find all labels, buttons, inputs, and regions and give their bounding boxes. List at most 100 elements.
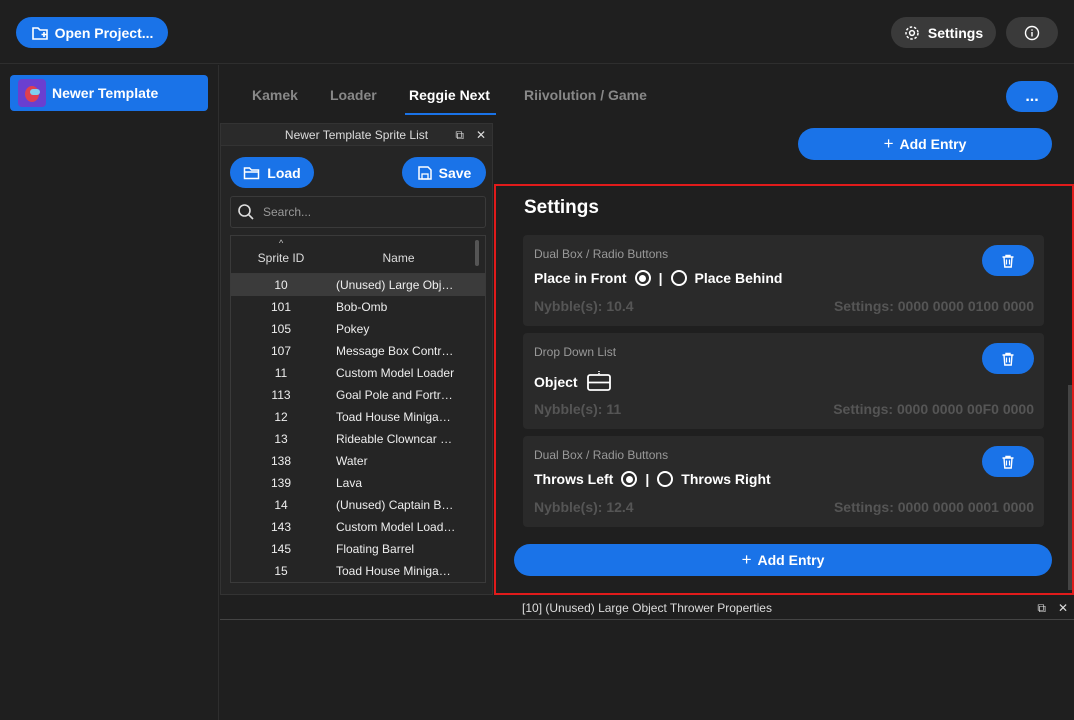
undock-icon[interactable]: ⧉ [1037,601,1046,616]
nybbles-text: Nybble(s): 10.4 [534,298,634,314]
sprite-id-cell: 10 [274,278,288,292]
radio-option-b[interactable] [670,270,687,286]
properties-panel-title-bar: [10] (Unused) Large Object Thrower Prope… [220,596,1074,620]
table-scrollbar[interactable] [475,240,479,266]
top-bar: Open Project... Settings [0,0,1074,64]
properties-title: [10] (Unused) Large Object Thrower Prope… [522,600,772,615]
sprite-id-cell: 139 [270,476,292,490]
search-icon [238,204,254,220]
sort-asc-icon: ^ [279,238,284,248]
sprite-name-cell: (Unused) Large Objec... [336,278,457,292]
trash-icon [1002,352,1014,366]
table-row[interactable]: 113 Goal Pole and Fortress [231,384,485,406]
sprite-name-cell: Bob-Omb [336,300,388,314]
save-label: Save [438,164,472,181]
entry-controls: Object [534,371,612,393]
table-row[interactable]: 15 Toad House Minigam... [231,560,485,582]
entry-type: Dual Box / Radio Buttons [534,448,669,462]
more-options-button[interactable]: ... [1006,81,1058,112]
dropdown-label: Object [534,374,578,390]
project-sidebar: Newer Template [0,65,219,720]
table-row[interactable]: 107 Message Box Control... [231,340,485,362]
sprite-id-cell: 13 [274,432,288,446]
folder-open-icon [244,166,260,179]
table-row[interactable]: 101 Bob-Omb [231,296,485,318]
sprite-id-cell: 15 [274,564,288,578]
info-button[interactable] [1006,17,1058,48]
load-button[interactable]: Load [230,157,314,188]
delete-entry-button[interactable] [982,245,1034,276]
settings-button[interactable]: Settings [891,17,996,48]
sprite-list-title-bar: Newer Template Sprite List ⧉ ✕ [221,124,492,146]
delete-entry-button[interactable] [982,446,1034,477]
active-tab-indicator [405,113,496,115]
add-entry-button-bottom[interactable]: + Add Entry [514,544,1052,576]
sprite-name-cell: Lava [336,476,363,490]
folder-add-icon [31,26,48,40]
project-name: Newer Template [52,85,159,101]
settings-entry: Dual Box / Radio Buttons Place in Front … [523,235,1044,326]
table-row[interactable]: 14 (Unused) Captain Bo... [231,494,485,516]
column-header-name[interactable]: Name [331,251,466,265]
radio-option-b[interactable] [657,471,674,487]
separator: | [645,471,650,487]
undock-icon[interactable]: ⧉ [455,128,464,143]
column-header-sprite-id[interactable]: ^ Sprite ID [231,238,331,265]
sprite-name-cell: Toad House Minigam... [336,564,457,578]
open-project-label: Open Project... [54,24,154,41]
table-row[interactable]: 143 Custom Model Loade... [231,516,485,538]
save-button[interactable]: Save [402,157,486,188]
plus-icon: + [741,550,752,569]
add-entry-button-top[interactable]: + Add Entry [798,128,1052,160]
close-icon[interactable]: ✕ [1058,601,1068,616]
settings-label: Settings [927,24,984,41]
settings-mask-text: Settings: 0000 0000 0100 0000 [833,298,1034,314]
project-avatar-icon [18,79,46,107]
save-icon [417,165,432,180]
table-row[interactable]: 145 Floating Barrel [231,538,485,560]
radio-option-a[interactable] [621,471,638,487]
entry-type: Drop Down List [534,345,617,359]
nybbles-text: Nybble(s): 11 [534,401,622,417]
table-row[interactable]: 12 Toad House Minigam... [231,406,485,428]
entry-controls: Place in Front | Place Behind [534,270,782,286]
sprite-rows: 10 (Unused) Large Objec... 101 Bob-Omb 105 Po… [231,274,485,582]
plus-icon: + [883,134,894,153]
close-icon[interactable]: ✕ [476,128,486,143]
settings-scrollbar[interactable] [1068,385,1072,590]
trash-icon [1002,455,1014,469]
settings-entry: Drop Down List Object Nybble(s): 11 Sett… [523,333,1044,429]
table-row[interactable]: 105 Pokey [231,318,485,340]
sprite-search [230,196,486,228]
open-project-button[interactable]: Open Project... [16,17,168,48]
sprite-name-cell: Custom Model Loade... [336,520,457,534]
dropdown-icon[interactable] [586,371,612,393]
option-b-label: Throws Right [681,471,771,487]
table-row[interactable]: 13 Rideable Clowncar wi... [231,428,485,450]
table-row[interactable]: 138 Water [231,450,485,472]
add-entry-label: Add Entry [757,552,825,568]
sprite-id-cell: 14 [274,498,288,512]
sprite-list-panel: Newer Template Sprite List ⧉ ✕ Load Save… [220,123,493,595]
option-b-label: Place Behind [694,270,783,286]
settings-mask-text: Settings: 0000 0000 0001 0000 [833,499,1034,515]
add-entry-label: Add Entry [899,136,967,152]
sprite-name-cell: Floating Barrel [336,542,415,556]
info-icon [1024,25,1040,40]
sprite-id-cell: 138 [270,454,292,468]
tab-kamek[interactable]: Kamek [252,87,298,103]
table-row[interactable]: 11 Custom Model Loader [231,362,485,384]
radio-option-a[interactable] [634,270,651,286]
entry-controls: Throws Left | Throws Right [534,471,771,487]
search-input[interactable] [263,205,463,219]
sprite-name-cell: Custom Model Loader [336,366,455,380]
sprite-name-cell: Message Box Control... [336,344,457,358]
tab-loader[interactable]: Loader [330,87,377,103]
col-name-label: Name [382,251,415,265]
table-row[interactable]: 10 (Unused) Large Objec... [231,274,485,296]
table-row[interactable]: 139 Lava [231,472,485,494]
tab-riivolution-game[interactable]: Riivolution / Game [524,87,647,103]
delete-entry-button[interactable] [982,343,1034,374]
tab-reggie-next[interactable]: Reggie Next [409,87,490,103]
sidebar-item-project[interactable]: Newer Template [10,75,208,111]
